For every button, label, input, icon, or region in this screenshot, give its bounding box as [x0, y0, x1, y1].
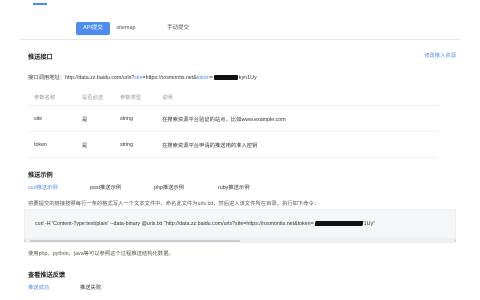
tab-api-submit[interactable]: API提交 [76, 22, 110, 35]
endpoint-site-value: =https://rosmontis.net& [142, 75, 197, 81]
param-type: string [120, 115, 133, 122]
endpoint-url-prefix: http://data.zz.baidu.com/urls? [65, 75, 135, 81]
top-accent-bar [33, 3, 47, 5]
tab-php-example[interactable]: php推送示例 [154, 183, 184, 191]
tab-curl-example[interactable]: curl推送示例 [28, 183, 58, 191]
section-title-feedback: 查看推送反馈 [28, 272, 66, 279]
header-type: 参数类型 [120, 94, 142, 101]
header-required: 是否必选 [82, 94, 104, 101]
tab-manual-submit[interactable]: 手动提交 [158, 22, 198, 35]
section-title-push-interface: 推送接口 [28, 54, 53, 61]
example-description: 将要提交的链接按照每行一条的格式写入一个文本文件中，命名此文件为urls.txt… [28, 201, 320, 207]
param-name: site [34, 115, 43, 122]
code-block: curl -H 'Content-Type:text/plain' --data… [24, 209, 456, 239]
param-desc: 在搜索资源平台验证的站点，比如www.example.com [162, 116, 286, 123]
endpoint-label: 接口调用地址： [28, 75, 66, 81]
endpoint-site-key: site [134, 75, 143, 81]
param-required: 是 [82, 116, 88, 123]
endpoint-token-tail: kyn1Uy [238, 75, 257, 81]
usage-note: 使用php、python、java等可以参照这个过程推送结构化数据。 [28, 251, 174, 257]
header-desc: 说明 [162, 94, 173, 101]
submit-method-tabs: API提交 sitemap 手动提交 [20, 20, 460, 40]
redacted-token [213, 75, 238, 81]
scroll-right-arrow-icon[interactable]: › [454, 238, 456, 244]
redacted-code-token [314, 221, 364, 227]
tab-ruby-example[interactable]: ruby推送示例 [218, 183, 250, 191]
tab-post-example[interactable]: post推送示例 [90, 183, 121, 191]
tab-sitemap[interactable]: sitemap [108, 22, 144, 35]
code-line: curl -H 'Content-Type:text/plain' --data… [35, 221, 375, 227]
endpoint-token-key: token [196, 75, 210, 81]
scroll-left-arrow-icon[interactable]: ‹ [24, 238, 26, 244]
table-row: site 是 string 在搜索资源平台验证的站点，比如www.example… [28, 106, 438, 132]
code-horizontal-scrollbar[interactable]: ‹ › [24, 238, 456, 244]
section-title-push-example: 推送示例 [28, 172, 53, 179]
table-row: token 是 string 在搜索资源平台申请的推送用的准入密钥 [28, 132, 438, 158]
param-required: 是 [82, 142, 88, 149]
param-desc: 在搜索资源平台申请的推送用的准入密钥 [162, 142, 258, 149]
scroll-thumb[interactable] [30, 240, 240, 242]
param-name: token [34, 141, 47, 148]
code-prefix: curl -H 'Content-Type:text/plain' --data… [35, 221, 314, 227]
modify-access-key-link[interactable]: 修改推入资源 [424, 51, 456, 59]
param-type: string [120, 141, 133, 148]
header-param-name: 参数名称 [34, 94, 56, 101]
params-header-row: 参数名称 是否必选 参数类型 说明 [28, 88, 438, 106]
tab-push-success[interactable]: 推送成功 [28, 283, 49, 291]
params-table: 参数名称 是否必选 参数类型 说明 site 是 string 在搜索资源平台验… [28, 88, 438, 158]
endpoint-line: 接口调用地址：http://data.zz.baidu.com/urls?sit… [28, 73, 257, 81]
tab-push-failure[interactable]: 推送失败 [80, 283, 101, 291]
endpoint-token-equals: = [209, 75, 213, 81]
code-suffix: 1Uy" [363, 221, 375, 227]
